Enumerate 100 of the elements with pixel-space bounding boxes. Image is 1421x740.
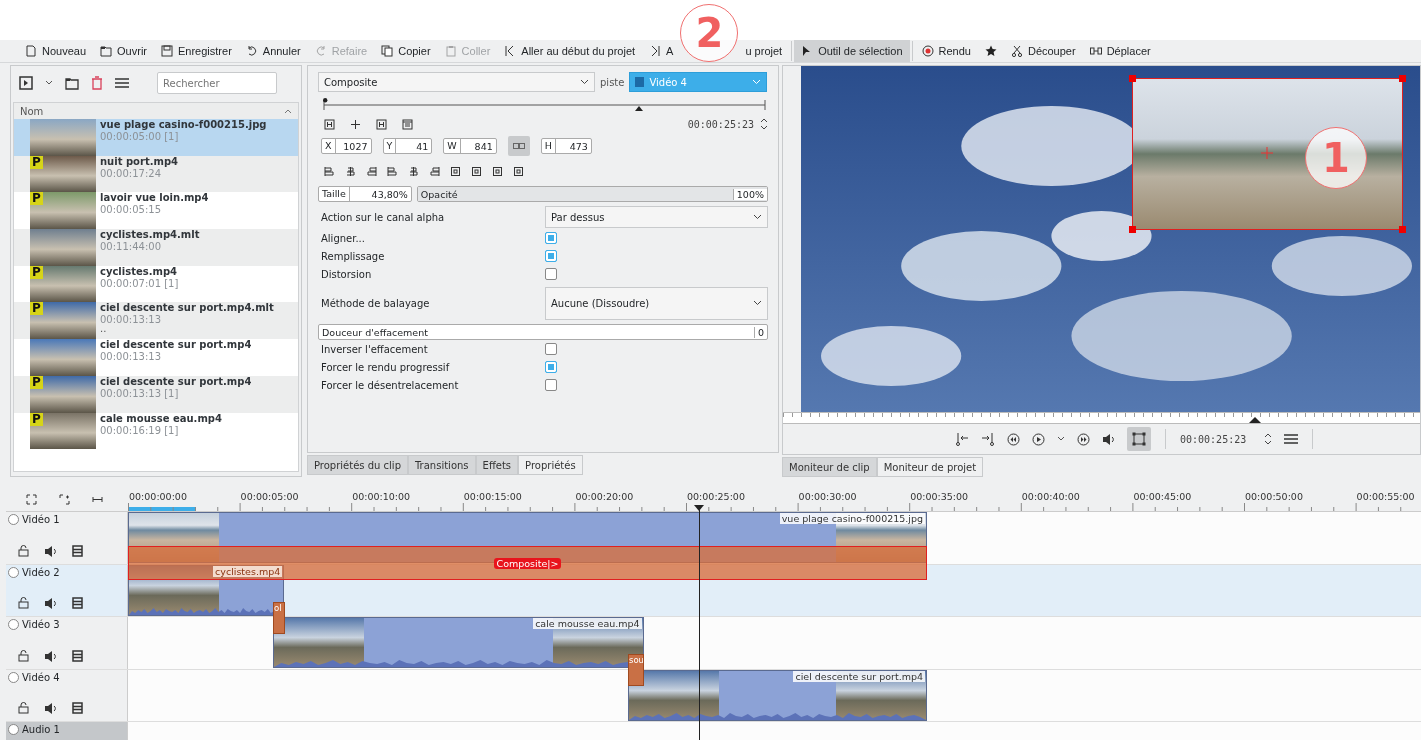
volume-icon[interactable] (44, 702, 57, 715)
volume-icon[interactable] (44, 649, 57, 663)
fast-forward-icon[interactable] (1077, 432, 1090, 446)
track-radio[interactable] (8, 724, 19, 735)
menu-icon[interactable] (115, 77, 129, 89)
align-icon[interactable] (345, 166, 356, 177)
edit-mode-button[interactable] (1127, 427, 1151, 451)
monitor-tab[interactable]: Moniteur de projet (876, 457, 984, 477)
align-icon[interactable] (513, 166, 524, 177)
geometry-field[interactable]: W 841 (443, 138, 497, 154)
caret-icon[interactable] (1057, 436, 1065, 442)
film-icon[interactable] (72, 649, 83, 662)
lock-icon[interactable] (18, 649, 29, 662)
clip-row[interactable]: P lavoir vue loin.mp4 00:00:05:15 (14, 192, 298, 230)
column-header[interactable]: Nom (14, 103, 298, 119)
track-header[interactable]: Vidéo 4 (6, 669, 128, 721)
menu-icon[interactable] (1284, 433, 1299, 445)
trash-icon[interactable] (91, 76, 103, 90)
film-icon[interactable] (72, 702, 83, 714)
align-icon[interactable] (366, 166, 377, 177)
clip-row[interactable]: P nuit port.mp4 00:00:17:24 (14, 155, 298, 193)
checkbox[interactable] (545, 232, 557, 244)
clip-row[interactable]: P cyclistes.mp4 00:00:07:01 [1] (14, 265, 298, 303)
panel-tab[interactable]: Effets (475, 455, 519, 475)
list-icon[interactable] (402, 118, 413, 130)
track-radio[interactable] (8, 619, 19, 630)
volume-icon[interactable] (1102, 432, 1115, 446)
track-header[interactable]: Vidéo 3 (6, 617, 128, 669)
align-icon[interactable] (324, 166, 335, 177)
play-icon[interactable] (1032, 432, 1045, 446)
align-icon[interactable] (429, 166, 440, 177)
lock-icon[interactable] (18, 597, 29, 609)
clip-icon[interactable] (19, 76, 33, 90)
track-radio[interactable] (8, 566, 19, 578)
keyframe-icon[interactable] (324, 118, 335, 130)
clip-row[interactable]: P ciel descente sur port.mp4.mlt 00:00:13:13 .. (14, 302, 298, 340)
property-dropdown[interactable]: Par dessus (545, 206, 768, 228)
film-icon[interactable] (72, 544, 83, 557)
rewind-icon[interactable] (1007, 432, 1020, 446)
spin-arrows-icon[interactable] (1264, 433, 1273, 445)
set-out-point-icon[interactable] (981, 432, 995, 446)
align-icon[interactable] (387, 166, 398, 177)
volume-icon[interactable] (44, 597, 57, 610)
toolbar-button[interactable]: Nouveau (18, 40, 94, 62)
geometry-field[interactable]: H 473 (540, 138, 592, 154)
checkbox[interactable] (545, 250, 557, 262)
property-slider[interactable]: Douceur d'effacement 0 (318, 324, 768, 340)
add-keyframe-icon[interactable] (350, 118, 361, 130)
split-icon[interactable] (92, 494, 103, 505)
toolbar-button[interactable]: Enregistrer (154, 40, 239, 62)
toolbar-button[interactable]: Ouvrir (93, 40, 154, 62)
track-header[interactable]: Vidéo 1 (6, 512, 128, 564)
set-in-point-icon[interactable] (955, 432, 969, 446)
size-field[interactable]: Taille 43,80% (318, 186, 412, 202)
align-icon[interactable] (492, 166, 503, 177)
film-icon[interactable] (72, 597, 83, 609)
track-radio[interactable] (8, 671, 19, 683)
insert-icon[interactable] (59, 494, 70, 505)
toolbar-button[interactable]: u projet (738, 40, 790, 62)
clip-row[interactable]: ciel descente sur port.mp4 00:00:13:13 (14, 339, 298, 376)
zone-icon[interactable] (26, 494, 37, 505)
dissolve-transition[interactable]: ol (273, 601, 286, 634)
caret-icon[interactable] (45, 80, 53, 86)
panel-tab[interactable]: Propriétés (518, 455, 583, 475)
effect-dropdown[interactable]: Composite (318, 72, 595, 92)
search-field[interactable]: Rechercher (157, 72, 277, 94)
checkbox[interactable] (545, 361, 557, 373)
track-header[interactable]: Vidéo 2 (6, 564, 128, 616)
panel-tab[interactable]: Transitions (408, 455, 476, 475)
clip-row[interactable]: P ciel descente sur port.mp4 00:00:13:13 [1] (14, 375, 298, 413)
lock-icon[interactable] (18, 702, 29, 714)
track-radio[interactable] (8, 514, 19, 525)
checkbox[interactable] (545, 343, 557, 355)
geometry-field[interactable]: X 1027 (321, 138, 372, 154)
checkbox[interactable] (545, 379, 557, 391)
align-icon[interactable] (408, 166, 419, 177)
property-dropdown[interactable]: Aucune (Dissoudre) (545, 286, 768, 320)
align-icon[interactable] (471, 166, 482, 177)
toolbar-button[interactable]: Découper (1003, 40, 1083, 62)
link-button[interactable] (507, 136, 530, 156)
timeline-clip[interactable]: ciel descente sur port.mp4 (627, 669, 928, 721)
checkbox[interactable] (545, 268, 557, 280)
track-header[interactable]: Audio 1 (6, 722, 128, 740)
folder-icon[interactable] (65, 76, 79, 90)
toolbar-button[interactable]: Déplacer (1082, 40, 1158, 62)
spin-arrows-icon[interactable] (760, 118, 768, 130)
toolbar-button[interactable]: Rendu (914, 40, 978, 62)
toolbar-button[interactable]: Aller au début du projet (497, 40, 643, 62)
panel-tab[interactable]: Propriétés du clip (307, 455, 408, 475)
geometry-field[interactable]: Y 41 (382, 138, 433, 154)
toolbar-button[interactable]: A (642, 40, 681, 62)
opacity-slider[interactable]: Opacité 100% (416, 186, 768, 202)
toolbar-button[interactable]: Copier (374, 40, 438, 62)
keyframe-icon[interactable] (376, 118, 387, 130)
clip-row[interactable]: vue plage casino-f000215.jpg 00:00:05:00 [1] (14, 119, 298, 156)
toolbar-button[interactable]: Annuler (238, 40, 308, 62)
toolbar-button[interactable]: Outil de sélection (794, 40, 910, 62)
clip-row[interactable]: P cale mousse eau.mp4 00:00:16:19 [1] (14, 412, 298, 450)
clip-row[interactable]: cyclistes.mp4.mlt 00:11:44:00 (14, 229, 298, 266)
volume-icon[interactable] (44, 544, 57, 558)
